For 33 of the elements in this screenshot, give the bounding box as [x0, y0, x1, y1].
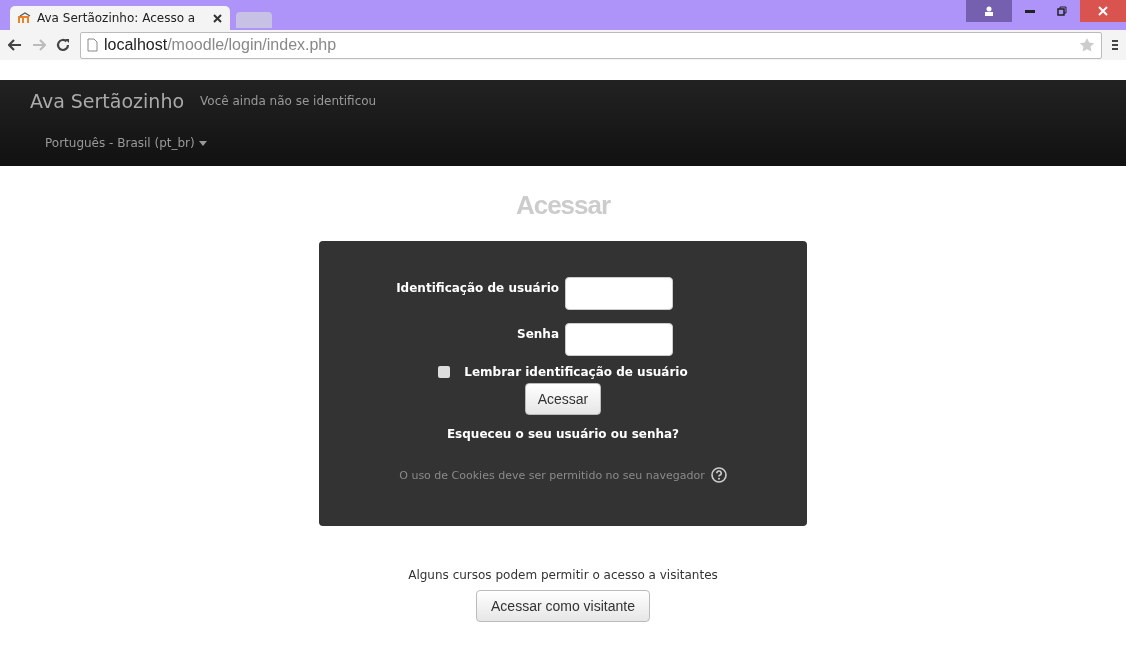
profile-button[interactable]: [966, 0, 1012, 22]
guest-login-button[interactable]: Acessar como visitante: [476, 590, 650, 622]
restore-icon: [1057, 6, 1067, 16]
moodle-logo-icon: [18, 12, 32, 24]
page-icon: [87, 38, 98, 52]
password-input[interactable]: [565, 323, 673, 356]
close-icon[interactable]: [213, 13, 222, 23]
person-icon: [984, 6, 994, 16]
cookies-notice: O uso de Cookies deve ser permitido no seu navegador: [399, 468, 705, 482]
site-brand[interactable]: Ava Sertãozinho: [30, 90, 185, 112]
browser-tab[interactable]: Ava Sertãozinho: Acesso a: [10, 6, 230, 30]
guest-notice: Alguns cursos podem permitir o acesso a visitantes: [407, 568, 719, 582]
remember-checkbox[interactable]: [438, 366, 451, 378]
url-text: localhost/moodle/login/index.php: [104, 36, 337, 54]
back-icon[interactable]: [8, 39, 22, 51]
caret-icon: [198, 140, 207, 146]
language-menu[interactable]: Português - Brasil (pt_br): [30, 123, 222, 163]
username-input[interactable]: [565, 277, 673, 310]
star-icon[interactable]: [1079, 37, 1095, 53]
reload-icon[interactable]: [56, 38, 70, 52]
minimize-icon: [1025, 9, 1035, 13]
password-label: Senha: [516, 326, 560, 341]
remember-label: Lembrar identificação de usuário: [464, 365, 688, 379]
login-button[interactable]: Acessar: [524, 383, 602, 415]
help-icon[interactable]: [710, 467, 727, 483]
close-window-button[interactable]: [1080, 0, 1126, 22]
tab-title: Ava Sertãozinho: Acesso a: [37, 11, 197, 25]
username-label: Identificação de usuário: [395, 280, 560, 295]
forgot-password-link[interactable]: Esqueceu o seu usuário ou senha?: [446, 427, 680, 441]
menu-icon[interactable]: [1112, 39, 1118, 51]
login-info: Você ainda não se identificou: [200, 94, 377, 108]
close-icon: [1098, 6, 1108, 16]
address-bar[interactable]: localhost/moodle/login/index.php: [80, 31, 1102, 59]
